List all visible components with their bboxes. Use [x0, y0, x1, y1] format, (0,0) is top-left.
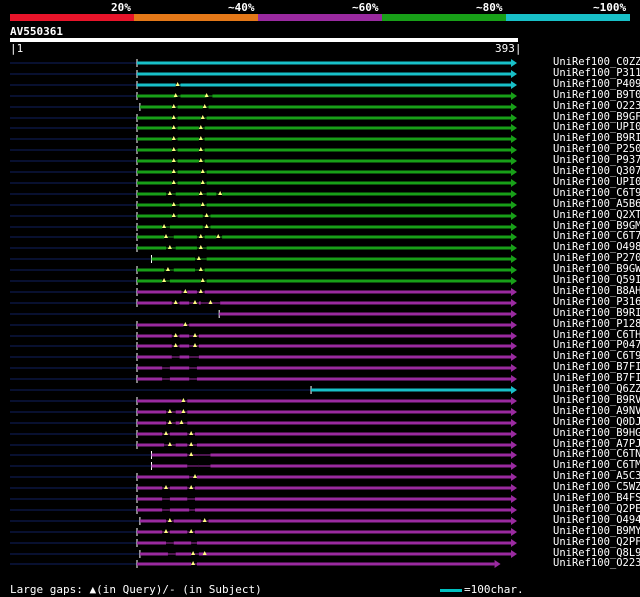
hit-label[interactable]: UniRef100_B9GWA4 — [553, 264, 640, 275]
hit-label[interactable]: UniRef100_B9MYG1 — [553, 526, 640, 537]
hit-arrow — [511, 135, 517, 143]
hit-label[interactable]: UniRef100_P40941 — [553, 79, 640, 90]
hit-label[interactable]: UniRef100_B9RVW7 — [553, 395, 640, 406]
hit-label[interactable]: UniRef100_Q307Y6 — [553, 166, 640, 177]
hit-arrow — [511, 114, 517, 122]
hit-arrow — [511, 212, 517, 220]
hit-label[interactable]: UniRef100_C6TN10 — [553, 449, 640, 460]
hit-label[interactable]: UniRef100_B9T0Z2 — [553, 90, 640, 101]
hit-arrow — [511, 386, 517, 394]
hit-arrow — [494, 560, 501, 568]
hit-arrow — [511, 364, 517, 372]
hit-label[interactable]: UniRef100_O49447 — [553, 515, 640, 526]
hit-label[interactable]: UniRef100_B4FSA7 — [553, 493, 640, 504]
hit-label[interactable]: UniRef100_B9RIA7 — [553, 133, 640, 144]
hit-arrow — [511, 223, 517, 231]
hit-label[interactable]: UniRef100_Q6ZZ92 — [553, 384, 640, 395]
hit-label[interactable]: UniRef100_P04709 — [553, 340, 640, 351]
hit-arrow — [511, 342, 517, 350]
gap-legend: Large gaps: ▲(in Query)/- (in Subject) — [10, 583, 262, 596]
hit-arrow — [511, 288, 517, 296]
hit-label[interactable]: UniRef100_UPI000.. — [553, 177, 640, 188]
hit-label[interactable]: UniRef100_P25083 — [553, 144, 640, 155]
hit-arrow — [511, 430, 517, 438]
hit-label[interactable]: UniRef100_A9NVC6 — [553, 406, 640, 417]
hit-arrow — [511, 550, 517, 558]
hit-arrow — [511, 179, 517, 187]
hit-label[interactable]: UniRef100_Q2XTC3 — [553, 210, 640, 221]
hit-arrow — [511, 419, 517, 427]
hit-arrow — [511, 124, 517, 132]
hit-label[interactable]: UniRef100_Q0DJC0 — [553, 417, 640, 428]
hit-arrow — [511, 332, 517, 340]
hit-label[interactable]: UniRef100_C5WZZ8 — [553, 482, 640, 493]
hit-label[interactable]: UniRef100_A5B656 — [553, 199, 640, 210]
hit-arrow — [511, 59, 517, 67]
scale-text: =100char. — [464, 583, 524, 596]
hit-arrow — [511, 517, 517, 525]
hit-arrow — [511, 321, 517, 329]
hit-label[interactable]: UniRef100_P93767 — [553, 155, 640, 166]
hit-arrow — [511, 81, 517, 89]
hit-label[interactable]: UniRef100_P31167 — [553, 68, 640, 79]
hit-label[interactable]: UniRef100_Q2PF08 — [553, 537, 640, 548]
hit-arrow — [511, 441, 517, 449]
hit-label[interactable]: UniRef100_B9HGN8 — [553, 428, 640, 439]
hit-arrow — [511, 353, 517, 361]
hit-label[interactable]: UniRef100_P27081 — [553, 253, 640, 264]
hit-arrow — [511, 375, 517, 383]
hit-arrow — [511, 495, 517, 503]
hit-arrow — [511, 255, 517, 263]
hit-label[interactable]: UniRef100_Q2PEW6 — [553, 504, 640, 515]
hit-arrow — [511, 201, 517, 209]
hit-arrow — [511, 168, 517, 176]
hit-label[interactable]: UniRef100_C6T765 — [553, 231, 640, 242]
hit-arrow — [511, 506, 517, 514]
hit-label[interactable]: UniRef100_P31691 — [553, 297, 640, 308]
hit-label[interactable]: UniRef100_B7FIX7 — [553, 362, 640, 373]
hit-arrow — [511, 92, 517, 100]
hit-arrow — [511, 451, 517, 459]
hit-label[interactable]: UniRef100_Q59IV1 — [553, 275, 640, 286]
hit-label[interactable]: UniRef100_A5C3A2 — [553, 471, 640, 482]
hit-arrow — [511, 408, 517, 416]
hit-arrow — [511, 310, 517, 318]
hit-label[interactable]: UniRef100_B7FIW3 — [553, 373, 640, 384]
hit-arrow — [511, 397, 517, 405]
hit-arrow — [511, 277, 517, 285]
gap-legend-label: Large gaps: — [10, 583, 83, 596]
hit-label[interactable]: UniRef100_C6T9E5 — [553, 188, 640, 199]
hit-arrow — [511, 462, 517, 470]
hit-label[interactable]: UniRef100_B9RIA6 — [553, 308, 640, 319]
subject-gap-icon: - — [168, 583, 176, 596]
alignment-graphic — [10, 59, 517, 568]
hit-arrow — [511, 233, 517, 241]
hit-label[interactable]: UniRef100_P12857 — [553, 319, 640, 330]
hit-arrow — [511, 473, 517, 481]
hit-arrow — [511, 539, 517, 547]
hit-label[interactable]: UniRef100_C6TMP3 — [553, 460, 640, 471]
hit-label[interactable]: UniRef100_UPI000.. — [553, 122, 640, 133]
scale-legend: =100char. — [440, 583, 524, 596]
hit-label[interactable]: UniRef100_C6T977 — [553, 351, 640, 362]
hit-arrow — [511, 484, 517, 492]
hit-arrow — [511, 244, 517, 252]
hit-label[interactable]: UniRef100_O49875 — [553, 242, 640, 253]
hit-label[interactable]: UniRef100_B8AHM8 — [553, 286, 640, 297]
hit-arrow — [511, 103, 517, 111]
hit-arrow — [511, 299, 517, 307]
hit-arrow — [511, 157, 517, 165]
hit-arrow — [511, 146, 517, 154]
gap-legend-subject: (in Subject) — [182, 583, 262, 596]
hit-label[interactable]: UniRef100_O22343 — [553, 558, 640, 569]
hit-label[interactable]: UniRef100_C0ZZI5 — [553, 57, 640, 68]
hit-label[interactable]: UniRef100_O22342 — [553, 101, 640, 112]
hit-arrow — [511, 190, 517, 198]
gap-legend-query: (in Query)/ — [96, 583, 169, 596]
scale-bar — [440, 588, 462, 592]
hit-arrow — [511, 528, 517, 536]
hit-arrow — [511, 266, 517, 274]
hit-arrow — [511, 70, 517, 78]
